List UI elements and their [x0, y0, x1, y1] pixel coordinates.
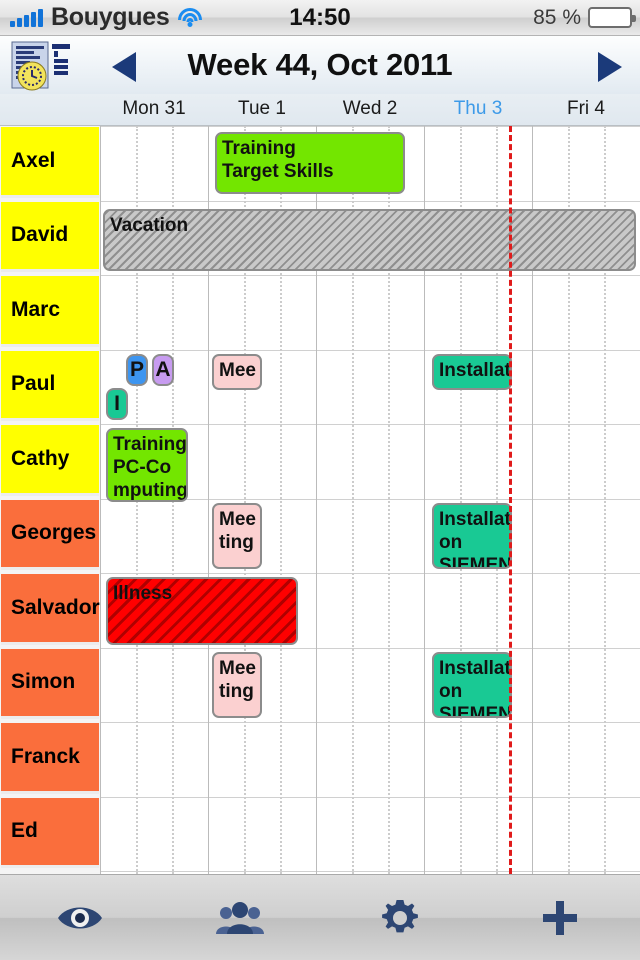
planning-event[interactable]: Illness — [106, 577, 298, 645]
row-separator — [100, 573, 640, 574]
event-label: Installati on SIEMEN — [439, 657, 512, 718]
resource-row-label[interactable]: Simon — [1, 648, 99, 719]
page-title: Week 44, Oct 2011 — [187, 47, 453, 82]
status-bar: Bouygues 14:50 85 % — [0, 0, 640, 36]
resource-row-label[interactable]: Georges — [1, 499, 99, 570]
status-bar-right: 85 % — [533, 5, 636, 30]
event-label: Training Target Skills — [222, 138, 334, 182]
settings-button[interactable] — [320, 875, 480, 960]
day-header-3[interactable]: Thu 3 — [424, 98, 532, 120]
view-button[interactable] — [0, 875, 160, 960]
resource-row-label[interactable]: Franck — [1, 723, 99, 794]
resource-row-label[interactable]: Cathy — [1, 425, 99, 496]
event-label: A — [155, 358, 171, 381]
battery-percent-label: 85 % — [533, 5, 581, 29]
planning-event[interactable]: Installati — [432, 353, 512, 390]
planning-event[interactable]: Mee ting — [212, 651, 262, 718]
resource-row-label[interactable]: Marc — [1, 276, 99, 347]
event-label: P — [129, 358, 144, 381]
event-label: Illness — [113, 583, 173, 604]
bottom-toolbar — [0, 874, 640, 960]
planning-app-screen: Bouygues 14:50 85 % Week 44, Oct 2011 Mo… — [0, 0, 640, 960]
planning-event[interactable]: Mee ting — [212, 502, 262, 569]
planning-event[interactable]: Training PC-Co mputing — [106, 428, 188, 502]
people-icon — [216, 901, 264, 934]
planning-event[interactable]: I — [106, 387, 128, 420]
event-label: Installati on SIEMEN — [439, 508, 512, 569]
row-separator — [100, 871, 640, 872]
battery-icon — [588, 7, 636, 28]
timeline-lanes: Training Target Skills Vacation P A I Mee Inst… — [100, 126, 640, 874]
event-label: I — [114, 392, 120, 415]
next-week-button[interactable] — [598, 52, 622, 82]
day-header-0[interactable]: Mon 31 — [100, 98, 208, 120]
row-separator — [100, 647, 640, 649]
plus-icon — [543, 900, 577, 935]
row-separator — [100, 796, 640, 798]
event-label: Installati — [439, 359, 512, 381]
event-label: Vacation — [110, 214, 189, 236]
planning-event[interactable]: A — [152, 353, 174, 386]
resource-row-label[interactable]: Salvador — [1, 574, 100, 645]
resource-row-label[interactable]: David — [1, 201, 99, 272]
nav-bar: Week 44, Oct 2011 — [0, 36, 640, 94]
planning-event[interactable]: Installati on SIEMEN — [432, 502, 512, 569]
event-label: Mee — [219, 359, 256, 381]
row-separator — [100, 349, 640, 351]
current-time-marker — [509, 126, 512, 874]
event-label: Training PC-Co mputing — [113, 434, 188, 501]
row-separator — [100, 722, 640, 723]
planning-event[interactable]: Mee — [212, 353, 262, 390]
event-label: Mee ting — [219, 508, 256, 553]
day-header-4[interactable]: Fri 4 — [532, 98, 640, 120]
resource-row-label[interactable]: Axel — [1, 127, 99, 198]
planning-grid: Training Target Skills Vacation P A I Mee Inst… — [0, 126, 640, 874]
gear-icon — [382, 899, 418, 932]
planning-event[interactable]: Vacation — [103, 208, 636, 271]
eye-icon — [58, 907, 102, 928]
resource-name-column: Axel David Marc Paul Cathy Georges Salvador Sim… — [0, 126, 100, 874]
row-separator — [100, 126, 640, 127]
resource-row-label[interactable]: Paul — [1, 350, 99, 421]
day-header-2[interactable]: Wed 2 — [316, 98, 424, 120]
row-separator — [100, 275, 640, 276]
day-header-1[interactable]: Tue 1 — [208, 98, 316, 120]
resources-button[interactable] — [160, 875, 320, 960]
planning-event[interactable]: Training Target Skills — [215, 132, 405, 194]
resource-row-label[interactable]: Ed — [1, 797, 99, 868]
row-separator — [100, 424, 640, 425]
event-label: Mee ting — [219, 657, 256, 702]
planning-event[interactable]: Installati on SIEMEN — [432, 651, 512, 718]
row-separator — [100, 200, 640, 202]
day-separator — [100, 126, 101, 874]
planning-event[interactable]: P — [126, 353, 148, 386]
day-header-row: Mon 31 Tue 1 Wed 2 Thu 3 Fri 4 — [0, 94, 640, 126]
add-button[interactable] — [480, 875, 640, 960]
